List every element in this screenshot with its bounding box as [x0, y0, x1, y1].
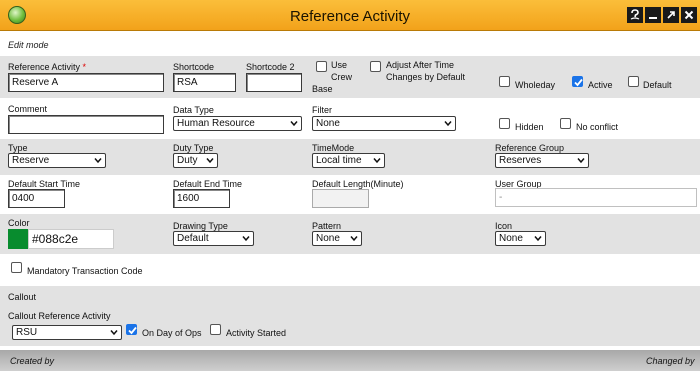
wholeday-checkbox[interactable]	[499, 76, 510, 87]
checkmark-icon	[128, 326, 137, 335]
default-start-time-label: Default Start Time	[8, 179, 81, 189]
filter-label: Filter	[312, 105, 332, 115]
default-label: Default	[643, 80, 672, 90]
drawing-type-value: Default	[177, 233, 209, 244]
chevron-down-icon	[534, 236, 542, 242]
callout-reference-label: Callout Reference Activity	[8, 311, 111, 321]
data-type-label: Data Type	[173, 105, 214, 115]
icon-select[interactable]: None	[495, 231, 546, 246]
use-crew-base-checkbox[interactable]	[316, 61, 327, 72]
icon-label: Icon	[495, 221, 513, 231]
color-input[interactable]: #088c2e	[28, 229, 114, 249]
title-bar: Reference Activity	[0, 0, 700, 31]
pattern-select[interactable]: None	[312, 231, 362, 246]
drawing-type-select[interactable]: Default	[173, 231, 254, 246]
help-icon[interactable]	[627, 7, 643, 23]
default-checkbox[interactable]	[628, 76, 639, 87]
default-start-time-input[interactable]: 0400	[8, 189, 65, 208]
data-type-select[interactable]: Human Resource	[173, 116, 302, 131]
hidden-label: Hidden	[515, 122, 544, 132]
on-day-of-ops-checkbox[interactable]	[126, 324, 137, 335]
adjust-after-time-label-2: Changes by Default	[386, 72, 466, 82]
shortcode2-input[interactable]	[246, 73, 302, 92]
callout-reference-value: RSU	[16, 327, 38, 338]
type-label: Type	[8, 143, 28, 153]
use-crew-base-label-3: Base	[312, 84, 333, 94]
type-select[interactable]: Reserve	[8, 153, 106, 168]
type-value: Reserve	[12, 155, 50, 166]
no-conflict-checkbox[interactable]	[560, 118, 571, 129]
shortcode-label: Shortcode	[173, 62, 215, 72]
chevron-down-icon	[94, 158, 102, 164]
duty-type-label: Duty Type	[173, 143, 214, 153]
default-end-time-label: Default End Time	[173, 179, 243, 189]
maximize-icon[interactable]	[663, 7, 679, 23]
adjust-after-time-label-1: Adjust After Time	[386, 60, 455, 70]
mandatory-transaction-code-label: Mandatory Transaction Code	[27, 266, 143, 276]
user-group-input[interactable]: -	[495, 188, 697, 207]
chevron-down-icon	[290, 121, 298, 127]
timemode-label: TimeMode	[312, 143, 355, 153]
filter-select[interactable]: None	[312, 116, 456, 131]
active-checkbox[interactable]	[572, 76, 583, 87]
activity-started-label: Activity Started	[226, 328, 287, 338]
chevron-down-icon	[373, 158, 381, 164]
shortcode2-label: Shortcode 2	[246, 62, 295, 72]
callout-section-label: Callout	[8, 292, 37, 302]
footer-bar: Created by Changed by	[0, 350, 700, 371]
callout-reference-select[interactable]: RSU	[12, 325, 122, 340]
chevron-down-icon	[577, 158, 585, 164]
chevron-down-icon	[350, 236, 358, 242]
on-day-of-ops-label: On Day of Ops	[142, 328, 202, 338]
adjust-after-time-checkbox[interactable]	[370, 61, 381, 72]
reference-group-value: Reserves	[499, 155, 542, 166]
timemode-select[interactable]: Local time	[312, 153, 385, 168]
reference-group-select[interactable]: Reserves	[495, 153, 589, 168]
window-title: Reference Activity	[289, 8, 411, 25]
shortcode-input[interactable]: RSA	[173, 73, 236, 92]
default-end-time-input[interactable]: 1600	[173, 189, 230, 208]
use-crew-base-label-2: Crew	[331, 72, 353, 82]
reference-activity-label: Reference Activity *	[8, 62, 87, 72]
chevron-down-icon	[444, 121, 452, 127]
edit-mode-label: Edit mode	[8, 40, 49, 50]
chevron-down-icon	[110, 330, 118, 336]
window-controls	[627, 7, 697, 23]
pattern-label: Pattern	[312, 221, 342, 231]
default-length-label: Default Length(Minute)	[312, 179, 404, 189]
icon-value: None	[499, 233, 523, 244]
checkmark-icon	[574, 78, 583, 87]
default-length-input[interactable]	[312, 189, 369, 208]
comment-input[interactable]	[8, 115, 164, 134]
no-conflict-label: No conflict	[576, 122, 619, 132]
pattern-value: None	[316, 233, 340, 244]
chevron-down-icon	[206, 158, 214, 164]
created-by-label: Created by	[10, 356, 55, 366]
mandatory-transaction-code-checkbox[interactable]	[11, 262, 22, 273]
duty-type-select[interactable]: Duty	[173, 153, 218, 168]
duty-type-value: Duty	[177, 155, 198, 166]
timemode-value: Local time	[316, 155, 362, 166]
color-swatch[interactable]	[8, 229, 28, 249]
comment-label: Comment	[8, 104, 48, 114]
activity-started-checkbox[interactable]	[210, 324, 221, 335]
filter-value: None	[316, 118, 340, 129]
data-type-value: Human Resource	[177, 118, 255, 129]
use-crew-base-label-1: Use	[331, 60, 348, 70]
active-label: Active	[588, 80, 613, 90]
drawing-type-label: Drawing Type	[173, 221, 228, 231]
hidden-checkbox[interactable]	[499, 118, 510, 129]
minimize-icon[interactable]	[645, 7, 661, 23]
color-label: Color	[8, 218, 30, 228]
chevron-down-icon	[242, 236, 250, 242]
reference-activity-input[interactable]: Reserve A	[8, 73, 164, 92]
reference-group-label: Reference Group	[495, 143, 565, 153]
close-icon[interactable]	[681, 7, 697, 23]
changed-by-label: Changed by	[646, 356, 695, 366]
wholeday-label: Wholeday	[515, 80, 556, 90]
